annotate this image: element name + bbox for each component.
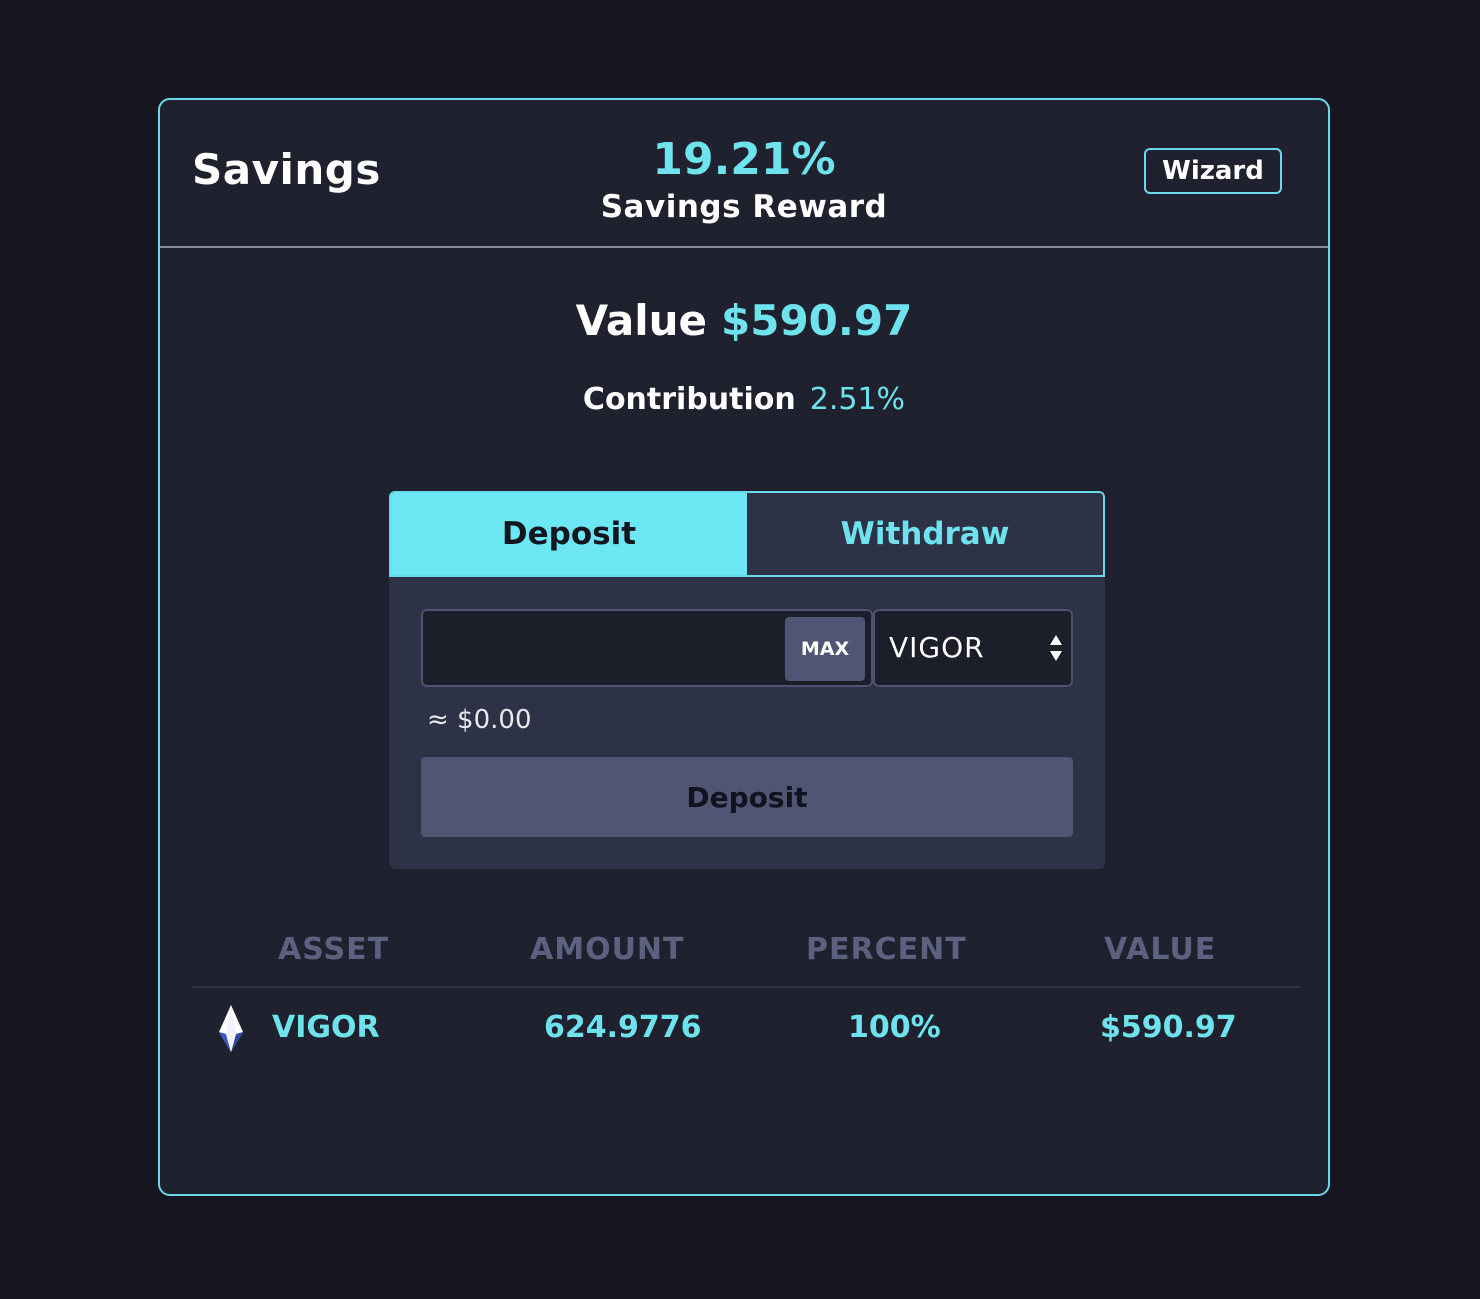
contribution-percent: 2.51% — [809, 382, 906, 417]
amount-field: MAX — [421, 609, 873, 687]
max-button[interactable]: MAX — [785, 617, 865, 681]
table-header: ASSET AMOUNT PERCENT VALUE — [192, 930, 1300, 988]
tab-deposit[interactable]: Deposit — [391, 493, 747, 575]
tab-withdraw[interactable]: Withdraw — [747, 493, 1103, 575]
contribution-summary: Contribution 2.51% — [160, 382, 1328, 417]
asset-select[interactable]: VIGOR — [873, 609, 1073, 687]
table-row: VIGOR 624.9776 100% $590.97 — [192, 988, 1300, 1072]
savings-card: Savings 19.21% Savings Reward Wizard Val… — [158, 98, 1330, 1196]
asset-select-value: VIGOR — [889, 631, 985, 664]
column-header-amount: AMOUNT — [530, 932, 685, 967]
asset-table: ASSET AMOUNT PERCENT VALUE VIGOR 624.977… — [192, 930, 1300, 1072]
column-header-value: VALUE — [1104, 932, 1217, 967]
cell-value: $590.97 — [1100, 1010, 1237, 1045]
tab-bar: Deposit Withdraw — [389, 491, 1105, 577]
wizard-button[interactable]: Wizard — [1144, 148, 1282, 194]
approx-value: ≈ $0.00 — [427, 705, 532, 735]
cell-asset: VIGOR — [272, 1010, 380, 1045]
value-amount: $590.97 — [721, 296, 913, 345]
deposit-withdraw-panel: Deposit Withdraw MAX VIGOR ≈ $0.00 Depos… — [389, 491, 1105, 869]
deposit-button[interactable]: Deposit — [421, 757, 1073, 837]
value-summary: Value $590.97 — [160, 296, 1328, 345]
select-arrows-icon — [1050, 635, 1062, 661]
card-header: Savings 19.21% Savings Reward Wizard — [160, 100, 1328, 248]
contribution-label: Contribution — [582, 382, 796, 417]
value-label: Value — [575, 296, 708, 345]
vigor-diamond-icon — [219, 1005, 243, 1052]
column-header-percent: PERCENT — [806, 932, 967, 967]
cell-percent: 100% — [848, 1010, 941, 1045]
amount-input[interactable] — [431, 617, 785, 681]
column-header-asset: ASSET — [278, 932, 390, 967]
cell-amount: 624.9776 — [544, 1010, 702, 1045]
